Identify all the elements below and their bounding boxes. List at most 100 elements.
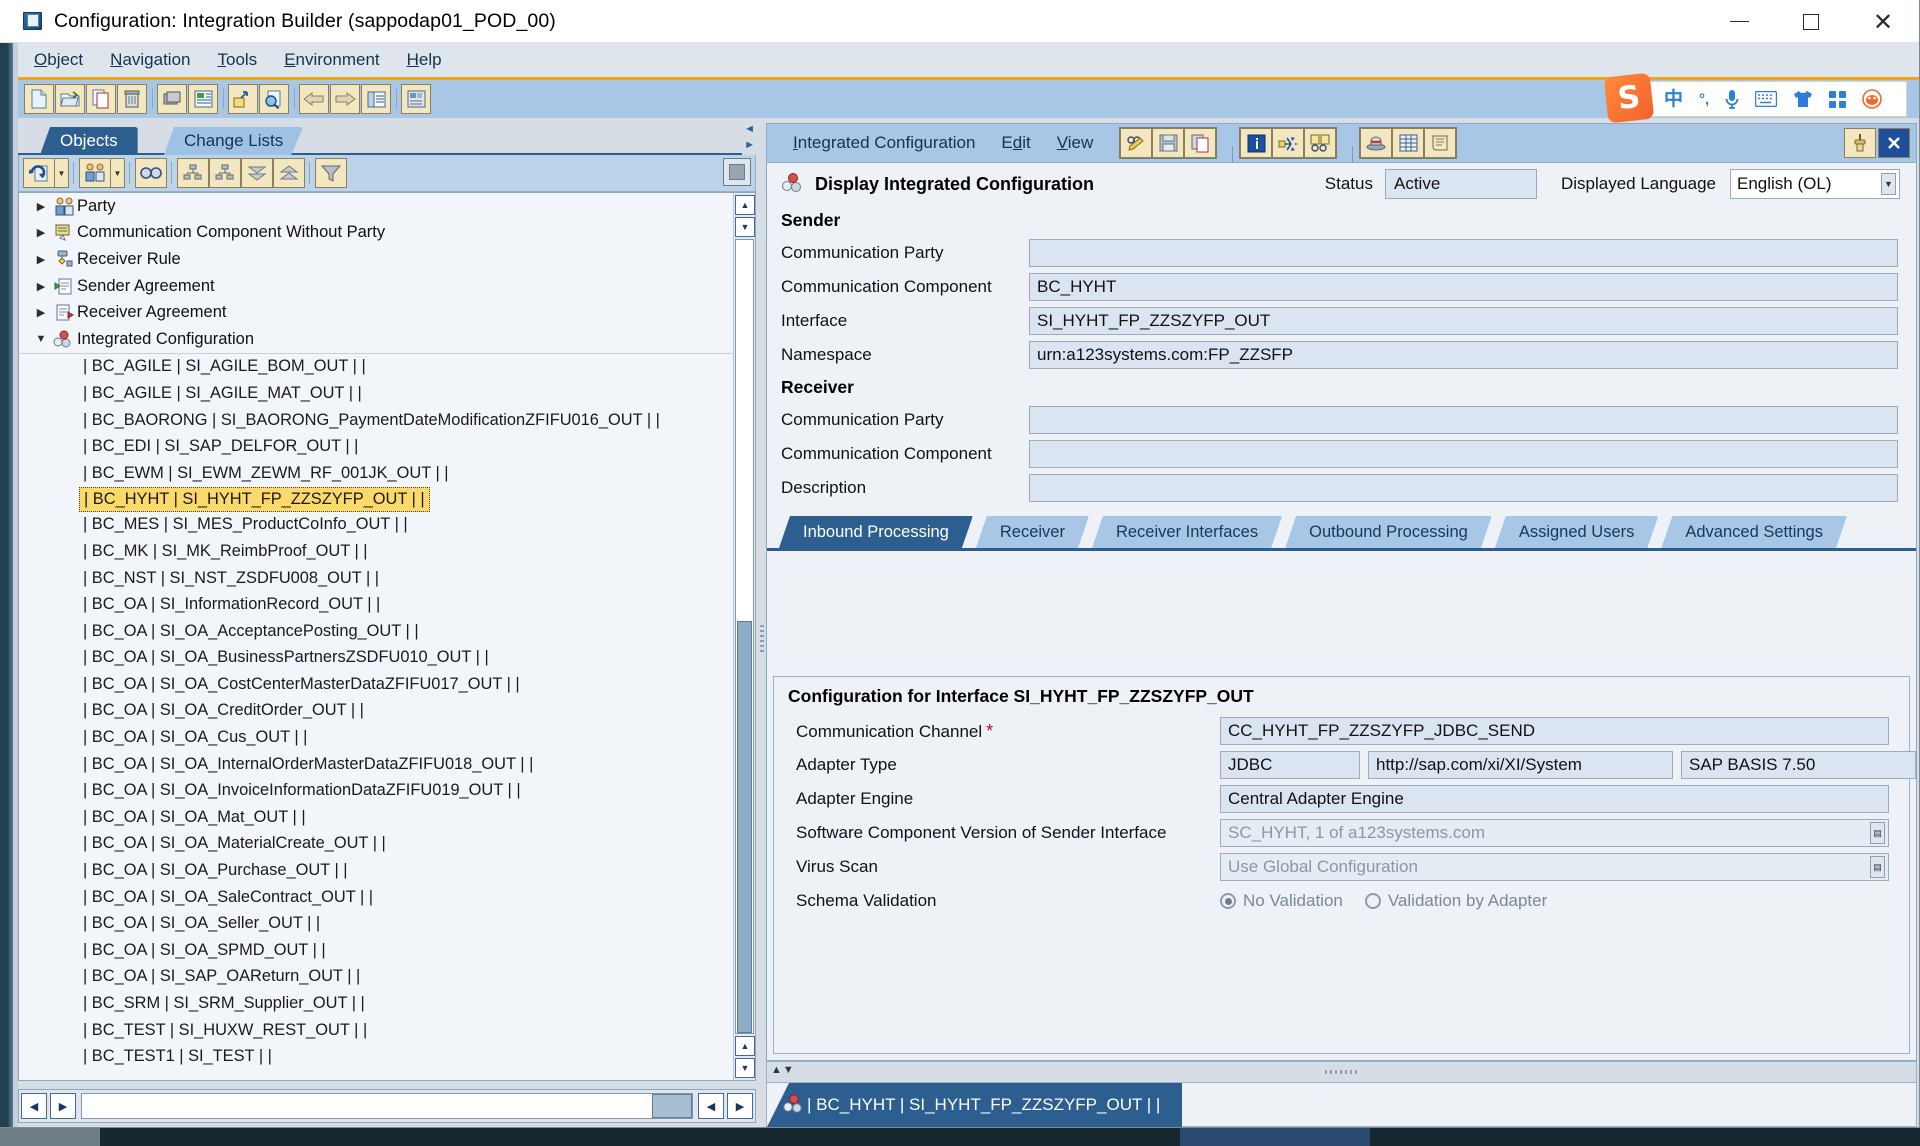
find-object-icon[interactable] (259, 84, 289, 114)
tree-leaf[interactable]: | BC_MK | SI_MK_ReimbProof_OUT | | (19, 538, 733, 565)
tree-leaf[interactable]: | BC_TEST | SI_HUXW_REST_OUT | | (19, 1017, 733, 1044)
hscroll-right-icon[interactable]: ▶ (727, 1093, 753, 1119)
scenario-icon[interactable] (401, 84, 431, 114)
field-value[interactable]: urn:a123systems.com:FP_ZZSFP (1029, 341, 1898, 369)
tree-leaf[interactable]: | BC_OA | SI_OA_Seller_OUT | | (19, 910, 733, 937)
expand-subtree-icon[interactable] (177, 158, 209, 188)
hscroll-left-page-icon[interactable]: ▶ (50, 1093, 76, 1119)
tree-horizontal-scrollbar[interactable]: ◀ ▶ ◀ ▶ (18, 1089, 756, 1123)
cache-icon[interactable] (157, 84, 187, 114)
tree-leaf[interactable]: | BC_TEST1 | SI_TEST | | (19, 1043, 733, 1070)
tree-leaf[interactable]: | BC_OA | SI_OA_Mat_OUT | | (19, 804, 733, 831)
copy-object-icon[interactable] (86, 84, 116, 114)
sogou-menu-icon[interactable] (1862, 89, 1882, 109)
chevron-down-icon[interactable]: ▼ (1881, 173, 1896, 195)
copy-icon[interactable] (1184, 128, 1217, 158)
stop-icon[interactable] (723, 158, 751, 186)
tree-leaf[interactable]: | BC_BAORONG | SI_BAORONG_PaymentDateMod… (19, 407, 733, 434)
expand-arrow-icon[interactable]: ▶ (31, 253, 51, 266)
tree-leaf[interactable]: | BC_OA | SI_OA_BusinessPartnersZSDFU010… (19, 645, 733, 672)
tree-vertical-scrollbar[interactable]: ▲ ▼ ▲ ▼ (733, 193, 755, 1080)
tree-leaf[interactable]: | BC_SRM | SI_SRM_Supplier_OUT | | (19, 990, 733, 1017)
log-icon[interactable] (1424, 128, 1457, 158)
adapter-swcv-value[interactable]: SAP BASIS 7.50 (1681, 751, 1916, 779)
menu-edit[interactable]: Edit (1001, 133, 1030, 153)
tree-leaf[interactable]: | BC_MES | SI_MES_ProductCoInfo_OUT | | (19, 512, 733, 539)
tree-leaf[interactable]: | BC_OA | SI_OA_CostCenterMasterDataZFIF… (19, 671, 733, 698)
adapter-type-value[interactable]: JDBC (1220, 751, 1360, 779)
tree-leaf[interactable]: | BC_OA | SI_OA_CreditOrder_OUT | | (19, 698, 733, 725)
scroll-track[interactable] (735, 239, 754, 1034)
radio-no-validation[interactable] (1220, 893, 1236, 909)
table-icon[interactable] (1392, 128, 1425, 158)
communication-channel-value[interactable]: CC_HYHT_FP_ZZSZYFP_JDBC_SEND (1220, 717, 1889, 745)
collapse-arrow-icon[interactable]: ▼ (31, 333, 51, 345)
expand-arrow-icon[interactable]: ▶ (31, 280, 51, 293)
history-icon[interactable] (1360, 128, 1393, 158)
virus-scan-value[interactable]: Use Global Configuration ▤ (1220, 853, 1889, 881)
tree-leaf[interactable]: | BC_OA | SI_OA_MaterialCreate_OUT | | (19, 831, 733, 858)
properties-icon[interactable] (361, 84, 391, 114)
tree-leaf[interactable]: | BC_OA | SI_OA_InvoiceInformationDataZF… (19, 777, 733, 804)
hscroll-left-icon[interactable]: ◀ (21, 1093, 47, 1119)
refresh-dropdown-icon[interactable]: ▼ (55, 158, 69, 188)
tree-node-receiver-agreement[interactable]: ▶ Receiver Agreement (19, 299, 733, 326)
tree-leaf[interactable]: | BC_AGILE | SI_AGILE_BOM_OUT | | (19, 354, 733, 381)
export-icon[interactable] (228, 84, 258, 114)
refresh-icon[interactable] (23, 158, 55, 188)
tree-leaf[interactable]: | BC_OA | SI_OA_SPMD_OUT | | (19, 937, 733, 964)
expand-arrow-icon[interactable]: ▶ (31, 306, 51, 319)
delete-icon[interactable] (117, 84, 147, 114)
field-value[interactable] (1029, 474, 1898, 502)
tabstrip-scroll-arrows[interactable] (742, 123, 756, 155)
tree-node-party[interactable]: ▶ Party (19, 193, 733, 220)
party-filter-icon[interactable] (79, 158, 111, 188)
tree-leaf[interactable]: | BC_OA | SI_SAP_OAReturn_OUT | | (19, 964, 733, 991)
expand-arrow-icon[interactable]: ▶ (31, 226, 51, 239)
scroll-up-icon[interactable]: ▲ (735, 195, 755, 215)
swcv-value[interactable]: SC_HYHT, 1 of a123systems.com ▤ (1220, 819, 1889, 847)
adapter-namespace-value[interactable]: http://sap.com/xi/XI/System (1368, 751, 1673, 779)
tab-outbound-processing[interactable]: Outbound Processing (1285, 516, 1492, 548)
expand-arrow-icon[interactable]: ▶ (31, 200, 51, 213)
tab-advanced-settings[interactable]: Advanced Settings (1661, 516, 1847, 548)
new-icon[interactable] (24, 84, 54, 114)
field-value[interactable] (1029, 406, 1898, 434)
field-value[interactable]: SI_HYHT_FP_ZZSZYFP_OUT (1029, 307, 1898, 335)
tree-leaf[interactable]: | BC_OA | SI_OA_AcceptancePosting_OUT | … (19, 618, 733, 645)
objects-tree-body[interactable]: ▶ Party ▶ Communication Component Withou… (19, 193, 733, 1080)
hscroll-track[interactable] (81, 1093, 693, 1119)
tab-inbound-processing[interactable]: Inbound Processing (779, 516, 973, 548)
tab-receiver[interactable]: Receiver (976, 516, 1089, 548)
menu-integrated-configuration[interactable]: Integrated Configuration (793, 133, 975, 153)
toolbox-icon[interactable] (1829, 90, 1847, 108)
sogou-logo-icon[interactable]: S (1603, 72, 1655, 124)
tab-receiver-interfaces[interactable]: Receiver Interfaces (1092, 516, 1282, 548)
menu-tools[interactable]: Tools (218, 50, 258, 70)
taskbar-active-window[interactable] (1180, 1128, 1370, 1146)
tree-leaf[interactable]: | BC_EDI | SI_SAP_DELFOR_OUT | | (19, 433, 733, 460)
menu-navigation[interactable]: Navigation (110, 50, 190, 70)
save-icon[interactable] (1152, 128, 1185, 158)
chinese-mode-icon[interactable]: 中 (1664, 90, 1683, 109)
soft-keyboard-icon[interactable] (1755, 91, 1778, 107)
tab-objects[interactable]: Objects (40, 127, 138, 155)
menu-object[interactable]: Object (34, 50, 83, 70)
tab-assigned-users[interactable]: Assigned Users (1495, 516, 1659, 548)
tree-leaf[interactable]: | BC_OA | SI_InformationRecord_OUT | | (19, 591, 733, 618)
forward-icon[interactable] (330, 84, 360, 114)
tree-leaf[interactable]: | BC_OA | SI_OA_SaleContract_OUT | | (19, 884, 733, 911)
tree-leaf-selected[interactable]: | BC_HYHT | SI_HYHT_FP_ZZSZYFP_OUT | | (79, 486, 430, 512)
display-doc-icon[interactable] (1304, 128, 1337, 158)
tree-leaf[interactable]: | BC_NST | SI_NST_ZSDFU008_OUT | | (19, 565, 733, 592)
tree-node-integrated-configuration[interactable]: ▼ Integrated Configuration (19, 326, 733, 353)
collapse-all-icon[interactable] (241, 158, 273, 188)
sizer-grip[interactable] (1324, 1070, 1359, 1074)
filter-icon[interactable] (315, 158, 347, 188)
open-icon[interactable] (55, 84, 85, 114)
tree-leaf[interactable]: | BC_OA | SI_OA_InternalOrderMasterDataZ… (19, 751, 733, 778)
value-help-icon[interactable]: ▤ (1870, 822, 1885, 844)
radio-validation-by-adapter[interactable] (1364, 893, 1381, 909)
tree-leaf[interactable]: | BC_OA | SI_OA_Purchase_OUT | | (19, 857, 733, 884)
language-select[interactable]: English (OL) ▼ (1730, 169, 1900, 199)
